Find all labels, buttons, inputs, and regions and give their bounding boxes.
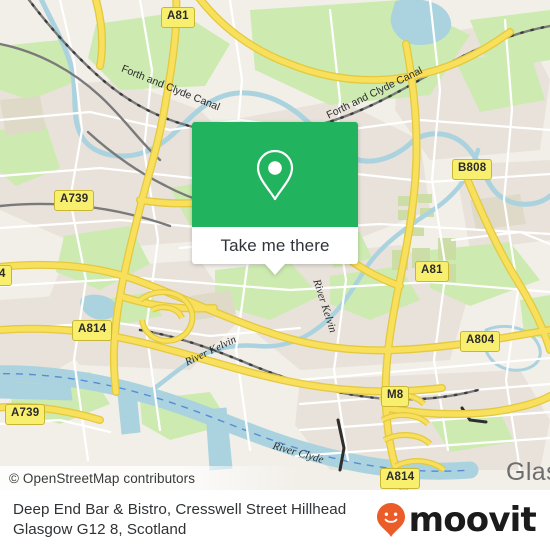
location-pin-icon (256, 149, 294, 200)
road-shield: A81 (415, 261, 449, 282)
location-caption: Deep End Bar & Bistro, Cresswell Street … (13, 500, 376, 540)
map-attribution: © OpenStreetMap contributors (0, 466, 300, 490)
map-screenshot: A81 B808 A81 A739 4 A814 A804 M8 A739 A8… (0, 0, 550, 550)
road-shield: A804 (460, 331, 501, 352)
road-shield: A81 (161, 7, 195, 28)
road-shield: A739 (5, 404, 46, 425)
road-shield: M8 (381, 386, 410, 407)
take-me-there-label: Take me there (220, 235, 330, 255)
moovit-logo[interactable]: moovit (376, 502, 540, 538)
road-shield: A814 (72, 320, 113, 341)
location-popup-card[interactable]: Take me there (192, 122, 358, 275)
place-label-glasgow: Glas (506, 458, 550, 486)
moovit-smiley-pin-icon (376, 503, 405, 537)
attribution-text: © OpenStreetMap contributors (9, 470, 196, 486)
road-shield: A814 (380, 468, 421, 489)
caption-line-2: Glasgow G12 8, Scotland (13, 521, 187, 538)
road-shield: B808 (452, 159, 493, 180)
road-shield: 4 (0, 265, 12, 286)
take-me-there-button[interactable]: Take me there (192, 227, 358, 264)
caption-bar: Deep End Bar & Bistro, Cresswell Street … (0, 490, 550, 550)
road-shield: A739 (54, 190, 95, 211)
popup-header (192, 122, 358, 227)
caption-line-1: Deep End Bar & Bistro, Cresswell Street … (13, 501, 347, 518)
popup-pointer-tail (265, 264, 285, 275)
moovit-wordmark: moovit (408, 500, 537, 540)
